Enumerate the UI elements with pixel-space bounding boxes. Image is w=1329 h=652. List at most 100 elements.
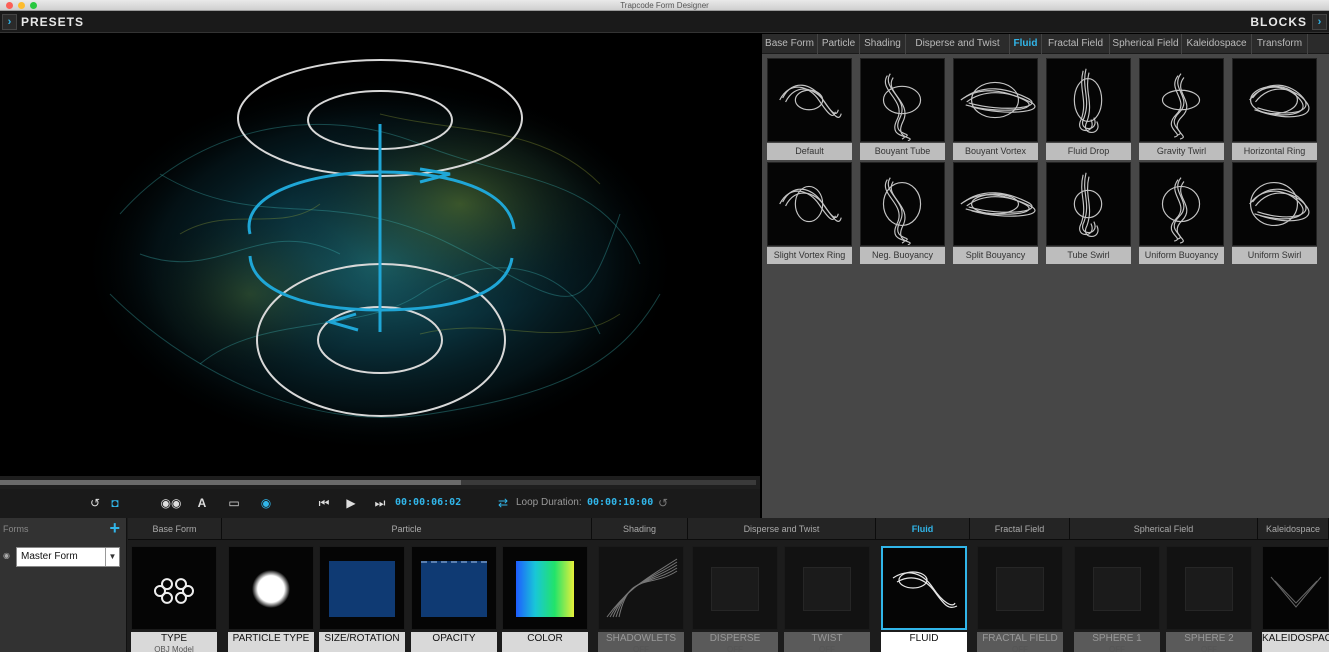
reset-loop-icon[interactable]: ↺ [656,495,670,511]
block-preview-image [692,546,778,630]
form-select-value: Master Form [21,551,78,562]
block-sphere-1[interactable]: SPHERE 1 OFF [1074,546,1160,652]
preview-viewport[interactable] [0,34,760,476]
tab-spherical-field[interactable]: Spherical Field [1110,34,1182,54]
block-label: PARTICLE TYPE [228,632,314,652]
block-twist[interactable]: TWIST OFF [784,546,870,652]
reset-view-icon[interactable]: ↺ [88,495,102,511]
preset-thumbnail[interactable]: Fluid Drop [1046,58,1131,160]
block-preview-image [1262,546,1329,630]
block-fractal-field[interactable]: FRACTAL FIELD OFF [977,546,1063,652]
preset-preview-image [1046,162,1131,246]
block-group-spherical-field[interactable]: Spherical Field [1070,518,1258,540]
tab-base-form[interactable]: Base Form [762,34,818,54]
preset-thumbnail[interactable]: Uniform Buoyancy [1139,162,1224,264]
preset-thumbnail[interactable]: Neg. Buoyancy [860,162,945,264]
preset-preview-image [1046,58,1131,142]
safe-frame-icon[interactable]: ▭ [226,495,242,511]
block-preview-image [784,546,870,630]
block-sublabel: OFF [1201,645,1217,652]
go-to-start-icon[interactable]: ⏮ [316,495,332,511]
preset-thumbnail[interactable]: Split Bouyancy [953,162,1038,264]
block-sublabel: OFF [633,645,649,652]
blocks-panel: Forms + ◉ Master Form ▼ Base Form Particl… [0,518,1329,652]
block-opacity[interactable]: OPACITY [411,546,497,652]
blocks-toggle-chevron-icon[interactable]: › [1312,14,1327,30]
tab-disperse-and-twist[interactable]: Disperse and Twist [906,34,1010,54]
blocks-header: BLOCKS › [762,11,1329,33]
preset-preview-image [860,162,945,246]
go-to-end-icon[interactable]: ⏭ [372,495,388,511]
preset-label: Neg. Buoyancy [860,247,945,264]
preset-thumbnail[interactable]: Slight Vortex Ring [767,162,852,264]
timeline-scrubber[interactable] [0,476,760,489]
block-group-fluid[interactable]: Fluid [876,518,970,540]
block-sublabel: OFF [819,645,835,652]
preset-thumbnail[interactable]: Gravity Twirl [1139,58,1224,160]
preset-thumbnail[interactable]: Bouyant Tube [860,58,945,160]
preset-label: Slight Vortex Ring [767,247,852,264]
preset-thumbnail[interactable]: Uniform Swirl [1232,162,1317,264]
block-sphere-2[interactable]: SPHERE 2 OFF [1166,546,1252,652]
camera-icon[interactable]: ◘ [106,495,124,511]
preset-preview-image [953,58,1038,142]
block-sublabel: OBJ Model [154,645,194,652]
tab-shading[interactable]: Shading [860,34,906,54]
add-form-icon[interactable]: + [109,518,120,539]
block-disperse[interactable]: DISPERSE OFF [692,546,778,652]
preset-preview-image [1139,58,1224,142]
presets-toggle-chevron-icon[interactable]: › [2,14,17,30]
preset-label: Default [767,143,852,160]
block-particle-type[interactable]: PARTICLE TYPE [228,546,314,652]
block-group-kaleidospace[interactable]: Kaleidospace [1258,518,1329,540]
timeline-track[interactable] [0,480,756,485]
preset-label: Tube Swirl [1046,247,1131,264]
transport-bar: ↺ ◘ ◉◉ A ▭ ◉ ⏮ ▶ ⏭ 00:00:06:02 ⇄ Loop Du… [0,489,760,518]
block-group-disperse-and-twist[interactable]: Disperse and Twist [688,518,876,540]
block-fluid[interactable]: FLUID [881,546,967,652]
current-timecode[interactable]: 00:00:06:02 [395,497,461,508]
tab-particle[interactable]: Particle [818,34,860,54]
tab-fractal-field[interactable]: Fractal Field [1042,34,1110,54]
block-preview-image [228,546,314,630]
block-label: FLUID [881,632,967,652]
preview-eye-icon[interactable]: ◉ [256,495,276,511]
block-preview-image [131,546,217,630]
preset-thumbnail[interactable]: Bouyant Vortex [953,58,1038,160]
window-title: Trapcode Form Designer [620,1,709,10]
block-shadowlets[interactable]: SHADOWLETS OFF [598,546,684,652]
blocks-label: BLOCKS [1250,15,1307,29]
block-group-base-form[interactable]: Base Form [128,518,222,540]
block-color[interactable]: COLOR [502,546,588,652]
preset-thumbnail[interactable]: Tube Swirl [1046,162,1131,264]
chevron-down-icon[interactable]: ▼ [105,548,119,566]
aa-quality-icon[interactable]: A [193,495,211,511]
block-size-rotation[interactable]: SIZE/ROTATION [319,546,405,652]
block-label: DISPERSE OFF [692,632,778,652]
block-group-fractal-field[interactable]: Fractal Field [970,518,1070,540]
block-kaleidospace[interactable]: KALEIDOSPACE [1262,546,1329,652]
preset-label: Bouyant Vortex [953,143,1038,160]
block-label: TWIST OFF [784,632,870,652]
block-label: OPACITY [411,632,497,652]
tab-transform[interactable]: Transform [1252,34,1308,54]
form-visibility-icon[interactable]: ◉ [3,551,10,560]
block-type[interactable]: TYPE OBJ Model [131,546,217,652]
form-select[interactable]: Master Form ▼ [16,547,120,567]
block-sublabel: OFF [1012,645,1028,652]
preset-preview-image [1232,58,1317,142]
preset-preview-image [860,58,945,142]
preset-thumbnail[interactable]: Horizontal Ring [1232,58,1317,160]
motion-blur-icon[interactable]: ◉◉ [160,495,182,511]
preset-preview-image [1139,162,1224,246]
loop-duration-value[interactable]: 00:00:10:00 [587,497,653,508]
block-preview-image [319,546,405,630]
block-group-shading[interactable]: Shading [592,518,688,540]
preset-thumbnail[interactable]: Default [767,58,852,160]
play-icon[interactable]: ▶ [344,495,358,511]
block-group-particle[interactable]: Particle [222,518,592,540]
preset-label: Fluid Drop [1046,143,1131,160]
tab-fluid[interactable]: Fluid [1010,34,1042,54]
loop-icon[interactable]: ⇄ [495,495,511,511]
tab-kaleidospace[interactable]: Kaleidospace [1182,34,1252,54]
